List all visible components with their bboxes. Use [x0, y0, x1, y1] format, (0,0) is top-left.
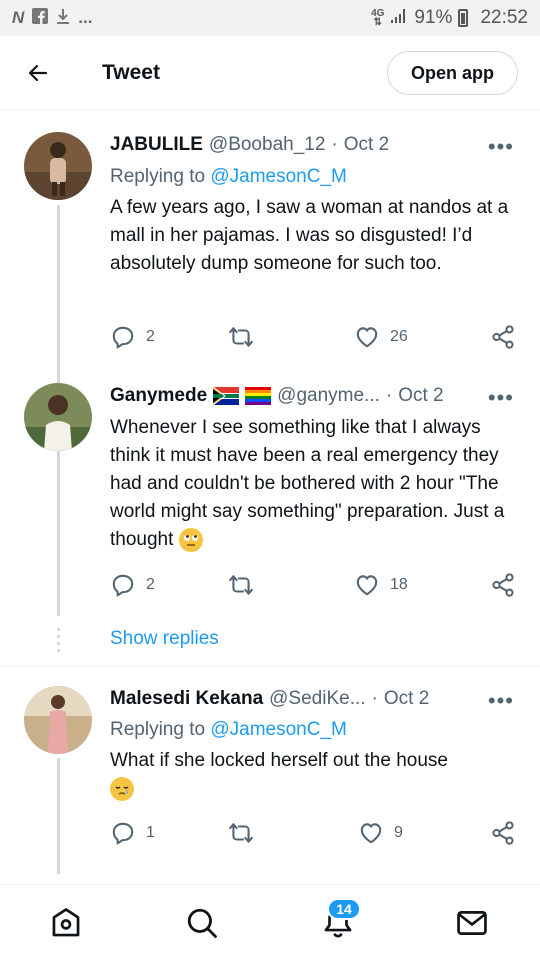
avatar[interactable] — [24, 686, 92, 754]
reply-button[interactable]: 2 — [110, 572, 155, 598]
heart-icon — [356, 575, 378, 596]
thread-dots — [57, 628, 60, 652]
reply-icon — [112, 574, 134, 597]
arrow-left-icon — [28, 64, 48, 81]
avatar[interactable] — [24, 132, 92, 200]
top-bar: Tweet Open app — [0, 36, 540, 110]
heart-icon — [360, 823, 382, 844]
open-app-button[interactable]: Open app — [386, 51, 518, 95]
page-title: Tweet — [102, 60, 160, 84]
retweet-button[interactable] — [228, 572, 264, 598]
author-name[interactable]: Malesedi Kekana — [110, 688, 263, 710]
like-button[interactable]: 9 — [358, 820, 403, 846]
retweet-icon — [229, 327, 253, 347]
tweet-header: JABULILE @Boobah_12 · Oct 2 — [110, 134, 480, 156]
nav-home[interactable] — [48, 905, 84, 941]
reply-count: 1 — [146, 824, 155, 841]
mail-icon — [457, 911, 487, 935]
status-bar-left: N ... — [12, 7, 93, 29]
share-button[interactable] — [490, 324, 516, 350]
tweet-text: What if she locked herself out the house — [110, 747, 520, 803]
replying-to: Replying to @JamesonC_M — [110, 166, 347, 188]
back-button[interactable] — [18, 53, 58, 93]
heart-icon — [356, 327, 378, 348]
nav-messages[interactable] — [454, 905, 490, 941]
battery-percent: 91% — [414, 7, 453, 28]
facebook-icon — [32, 7, 49, 29]
tweet-header: Ganymede @ganyme... · Oct 2 — [110, 385, 480, 407]
notification-badge: 14 — [327, 898, 361, 920]
divider — [0, 666, 540, 667]
tweet-text-content: What if she locked herself out the house — [110, 750, 448, 771]
battery-icon — [458, 9, 469, 27]
n-icon: N — [12, 8, 25, 27]
signal-icon — [390, 6, 408, 30]
avatar[interactable] — [24, 383, 92, 451]
share-icon — [492, 325, 514, 349]
sleepy-face-emoji-icon — [110, 776, 134, 801]
tweet-text-content: Whenever I see something like that I alw… — [110, 417, 505, 550]
tweet-actions: 2 18 — [110, 572, 516, 600]
retweet-icon — [229, 575, 253, 595]
separator-dot: · — [385, 385, 393, 406]
nav-search[interactable] — [184, 905, 220, 941]
replying-to-label: Replying to — [110, 719, 211, 740]
reply-count: 2 — [146, 576, 155, 593]
more-options-icon[interactable]: ••• — [488, 385, 514, 411]
status-bar-right: 4G ⇅ 91% 22:52 — [371, 6, 528, 30]
thread-line — [57, 758, 60, 874]
south-africa-flag-icon — [213, 387, 240, 405]
share-icon — [492, 821, 514, 845]
share-button[interactable] — [490, 572, 516, 598]
mention-link[interactable]: @JamesonC_M — [210, 719, 347, 740]
share-button[interactable] — [490, 820, 516, 846]
tweet-text: Whenever I see something like that I alw… — [110, 414, 520, 554]
author-handle[interactable]: @ganyme... — [277, 385, 380, 407]
download-icon — [56, 8, 70, 29]
author-name[interactable]: Ganymede — [110, 385, 207, 407]
bottom-navigation — [0, 884, 540, 960]
rainbow-flag-icon — [245, 387, 272, 405]
reply-icon — [112, 326, 134, 349]
reply-button[interactable]: 1 — [110, 820, 155, 846]
like-count: 26 — [390, 328, 408, 345]
replying-to: Replying to @JamesonC_M — [110, 719, 347, 741]
tweet-date[interactable]: Oct 2 — [344, 134, 389, 156]
show-replies-link[interactable]: Show replies — [110, 628, 219, 650]
like-count: 18 — [390, 576, 408, 593]
status-bar: N ... 4G ⇅ 91% 22:52 — [0, 0, 540, 36]
more-options-icon[interactable]: ••• — [488, 134, 514, 160]
retweet-button[interactable] — [228, 324, 264, 350]
reply-button[interactable]: 2 — [110, 324, 155, 350]
like-button[interactable]: 18 — [354, 572, 408, 598]
reply-count: 2 — [146, 328, 155, 345]
tweet-text: A few years ago, I saw a woman at nandos… — [110, 197, 509, 274]
more-options-icon[interactable]: ••• — [488, 688, 514, 714]
author-handle[interactable]: @Boobah_12 — [209, 134, 326, 156]
rolling-eyes-emoji-icon — [178, 527, 203, 552]
tweet-actions: 2 26 — [110, 324, 516, 352]
author-handle[interactable]: @SediKe... — [269, 688, 365, 710]
like-count: 9 — [394, 824, 403, 841]
like-button[interactable]: 26 — [354, 324, 408, 350]
separator-dot: · — [371, 688, 378, 709]
tweet-date[interactable]: Oct 2 — [398, 385, 443, 407]
separator-dot: · — [331, 134, 338, 155]
home-icon — [52, 908, 80, 937]
tweet-date[interactable]: Oct 2 — [384, 688, 429, 710]
tweet-actions: 1 9 — [110, 820, 516, 848]
replying-to-label: Replying to — [110, 166, 211, 187]
author-name[interactable]: JABULILE — [110, 134, 203, 156]
clock: 22:52 — [480, 7, 528, 28]
search-icon — [187, 908, 217, 938]
retweet-icon — [229, 823, 253, 843]
network-indicator: 4G ⇅ — [371, 8, 385, 28]
more-notifications-icon: ... — [78, 8, 93, 27]
tweet-header: Malesedi Kekana @SediKe... · Oct 2 — [110, 688, 480, 710]
share-icon — [492, 573, 514, 597]
mention-link[interactable]: @JamesonC_M — [210, 166, 347, 187]
retweet-button[interactable] — [228, 820, 264, 846]
reply-icon — [112, 822, 134, 845]
